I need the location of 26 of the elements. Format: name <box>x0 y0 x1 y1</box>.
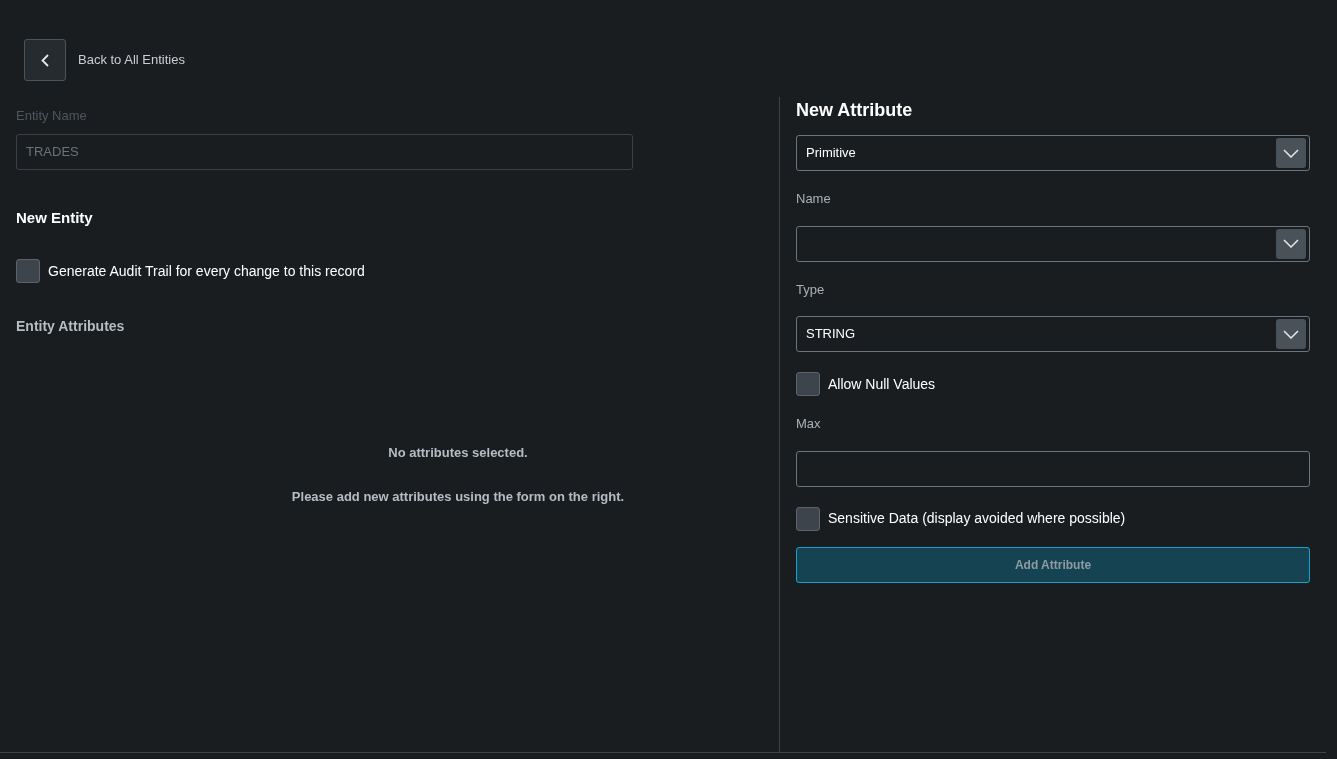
panel-title: New Attribute <box>796 99 914 122</box>
checkbox[interactable] <box>796 372 820 396</box>
checkbox-label: Generate Audit Trail for every change to this record <box>48 261 365 281</box>
chevron-down-icon <box>1283 329 1299 339</box>
back-link[interactable]: Back to All Entities <box>78 50 185 70</box>
dropdown[interactable]: STRING <box>796 316 1310 352</box>
back-button[interactable] <box>24 39 66 81</box>
chevron-down-icon <box>1283 148 1299 158</box>
dropdown[interactable]: Primitive <box>796 135 1310 171</box>
chevron-left-icon <box>41 53 49 67</box>
chevron-down-icon <box>1283 239 1299 248</box>
checkbox[interactable] <box>796 506 820 531</box>
add-attribute-button[interactable]: Add Attribute <box>796 546 1310 583</box>
dropdown[interactable] <box>796 225 1310 262</box>
field-label: Max <box>796 415 822 433</box>
empty-state-text: No attributes selected. <box>388 444 528 462</box>
checkbox-label: Sensitive Data (display avoided where possible) <box>828 509 1126 528</box>
section-title: New Entity <box>16 207 94 228</box>
input-field[interactable] <box>796 450 1310 487</box>
checkbox[interactable] <box>16 259 40 283</box>
empty-state-text: Please add new attributes using the form on the right. <box>291 487 625 506</box>
field-label: Type <box>796 280 826 299</box>
field-label: Entity Name <box>16 107 88 125</box>
section-title: Entity Attributes <box>16 317 126 336</box>
field-label: Name <box>796 190 832 208</box>
checkbox-label: Allow Null Values <box>828 374 936 394</box>
